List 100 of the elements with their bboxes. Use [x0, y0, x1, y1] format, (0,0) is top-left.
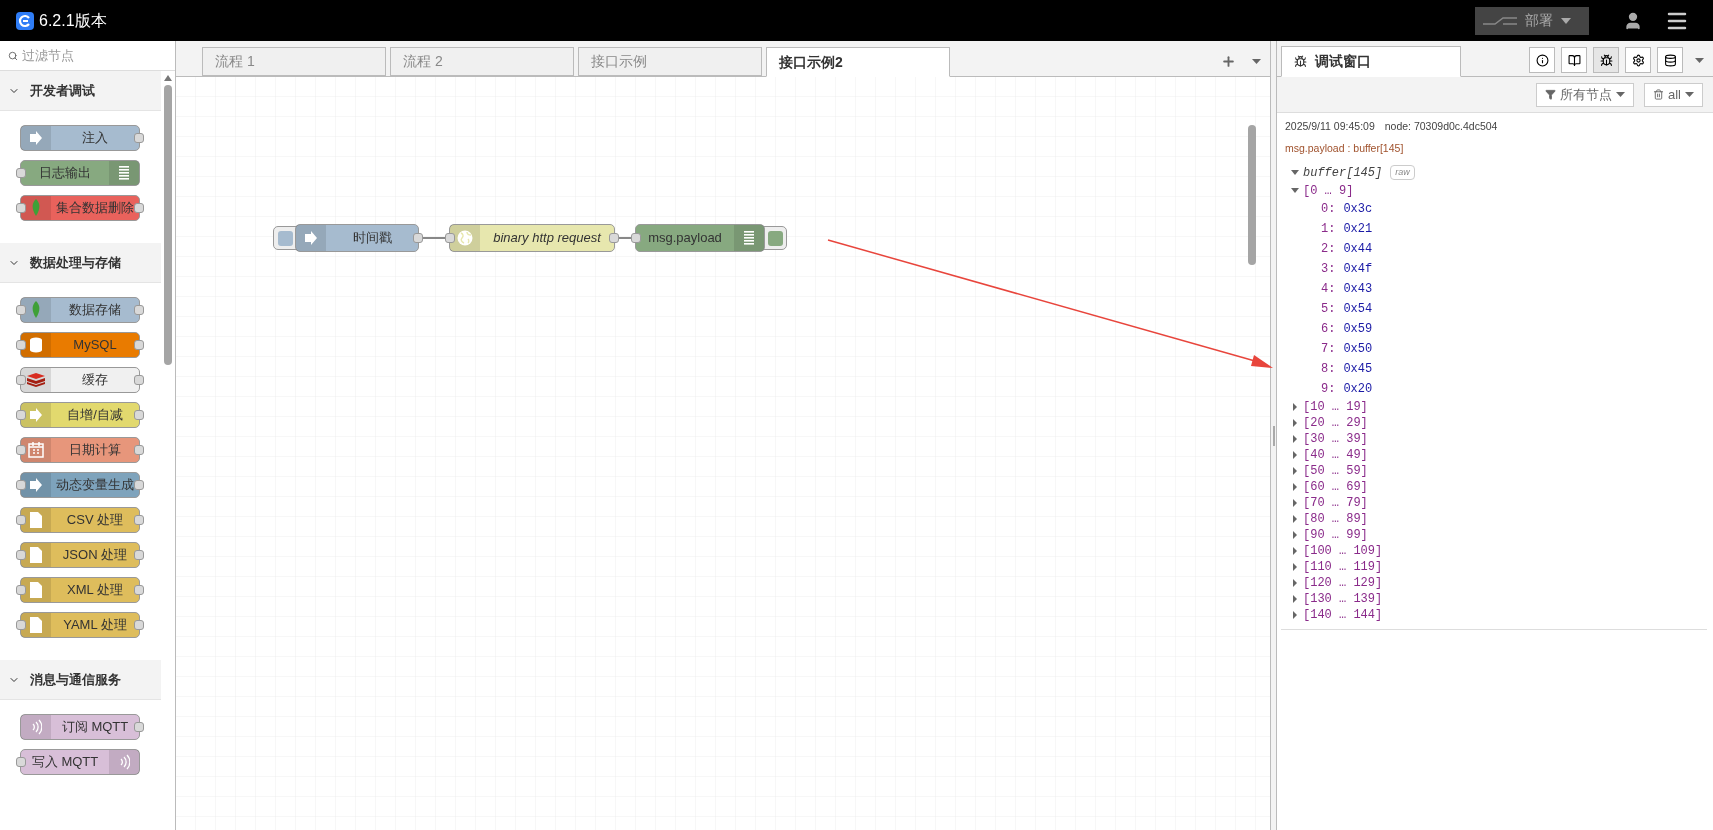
flow-tab[interactable]: 接口示例2	[766, 47, 950, 77]
tree-label[interactable]: [60 … 69]	[1303, 477, 1368, 496]
port-handle[interactable]	[16, 585, 26, 595]
flow-canvas[interactable]: 时间戳 binary http request msg.payload	[176, 77, 1270, 830]
category-header[interactable]: 开发者调试	[0, 71, 161, 111]
expand-toggle[interactable]	[1291, 562, 1299, 571]
plus-icon	[1220, 53, 1236, 69]
port-handle[interactable]	[134, 722, 144, 732]
expand-toggle[interactable]	[1291, 186, 1299, 195]
port-handle[interactable]	[631, 233, 641, 243]
context-button[interactable]	[1657, 47, 1683, 73]
tree-label[interactable]: [90 … 99]	[1303, 525, 1368, 544]
port-handle[interactable]	[16, 203, 26, 213]
expand-toggle[interactable]	[1291, 450, 1299, 459]
category-header[interactable]: 数据处理与存储	[0, 243, 161, 283]
splitter-handle[interactable]	[1270, 41, 1277, 830]
tree-label[interactable]: [100 … 109]	[1303, 541, 1383, 560]
raw-button[interactable]: raw	[1390, 164, 1415, 181]
deploy-button[interactable]: 部署	[1475, 6, 1589, 35]
expand-toggle[interactable]	[1291, 466, 1299, 475]
tree-label[interactable]: [40 … 49]	[1303, 445, 1368, 464]
tree-label[interactable]: [140 … 144]	[1303, 605, 1383, 624]
expand-toggle[interactable]	[1291, 514, 1299, 523]
settings-button[interactable]	[1625, 47, 1651, 73]
expand-toggle[interactable]	[1291, 610, 1299, 619]
tree-label[interactable]: [30 … 39]	[1303, 429, 1368, 448]
expand-toggle[interactable]	[1291, 546, 1299, 555]
scroll-up-icon[interactable]	[164, 75, 172, 81]
tree-label[interactable]: [120 … 129]	[1303, 573, 1383, 592]
port-handle[interactable]	[413, 233, 423, 243]
array-index: 7:	[1321, 340, 1336, 358]
expand-toggle[interactable]	[1291, 594, 1299, 603]
port-handle[interactable]	[16, 375, 26, 385]
array-value: 0x43	[1343, 280, 1373, 298]
filter-input[interactable]: 过滤节点	[22, 45, 152, 66]
debug-button[interactable]	[1593, 47, 1619, 73]
array-index: 5:	[1321, 300, 1336, 318]
help-button[interactable]	[1561, 47, 1587, 73]
filter-dropdown[interactable]: 所有节点	[1536, 82, 1634, 107]
port-handle[interactable]	[16, 757, 26, 767]
tree-label[interactable]: buffer[145]	[1303, 163, 1383, 182]
tree-label[interactable]: [0 … 9]	[1303, 181, 1354, 200]
port-handle[interactable]	[16, 168, 26, 178]
port-handle[interactable]	[16, 410, 26, 420]
tree-label[interactable]: [110 … 119]	[1303, 557, 1383, 576]
tree-label[interactable]: [20 … 29]	[1303, 413, 1368, 432]
user-icon	[1623, 10, 1643, 31]
port-handle[interactable]	[16, 550, 26, 560]
expand-toggle[interactable]	[1291, 434, 1299, 443]
array-index: 9:	[1321, 380, 1336, 398]
port-handle[interactable]	[134, 480, 144, 490]
node-label: 注入	[81, 129, 109, 148]
port-handle[interactable]	[134, 550, 144, 560]
port-handle[interactable]	[134, 203, 144, 213]
expand-toggle[interactable]	[1291, 578, 1299, 587]
port-handle[interactable]	[134, 375, 144, 385]
port-handle[interactable]	[134, 445, 144, 455]
port-handle[interactable]	[445, 233, 455, 243]
scrollbar-thumb[interactable]	[164, 85, 172, 365]
port-handle[interactable]	[134, 585, 144, 595]
port-handle[interactable]	[16, 340, 26, 350]
port-handle[interactable]	[16, 480, 26, 490]
node-label: 日期计算	[68, 441, 122, 460]
port-handle[interactable]	[134, 620, 144, 630]
tree-label[interactable]: [50 … 59]	[1303, 461, 1368, 480]
tree-label[interactable]: [10 … 19]	[1303, 397, 1368, 416]
port-handle[interactable]	[134, 305, 144, 315]
tree-label[interactable]: [80 … 89]	[1303, 509, 1368, 528]
port-handle[interactable]	[134, 410, 144, 420]
debug-tab[interactable]: 调试窗口	[1281, 46, 1461, 77]
expand-toggle[interactable]	[1291, 498, 1299, 507]
clear-dropdown[interactable]: all	[1644, 82, 1703, 107]
port-handle[interactable]	[134, 515, 144, 525]
category-header[interactable]: 消息与通信服务	[0, 660, 161, 700]
port-handle[interactable]	[16, 445, 26, 455]
port-handle[interactable]	[16, 620, 26, 630]
info-button[interactable]	[1529, 47, 1555, 73]
debug-toggle-button[interactable]	[763, 226, 787, 250]
scrollbar[interactable]	[1248, 125, 1256, 265]
node-label: 动态变量生成	[55, 476, 135, 495]
port-handle[interactable]	[16, 305, 26, 315]
signal-icon	[30, 719, 42, 735]
list-icon	[743, 230, 755, 246]
port-handle[interactable]	[16, 515, 26, 525]
expand-toggle[interactable]	[1291, 530, 1299, 539]
message-node[interactable]: node: 70309d0c.4dc504	[1384, 119, 1498, 135]
info-icon	[1535, 53, 1549, 67]
tree-label[interactable]: [130 … 139]	[1303, 589, 1383, 608]
switch-icon	[1483, 15, 1517, 26]
port-handle[interactable]	[134, 340, 144, 350]
expand-toggle[interactable]	[1291, 168, 1299, 177]
port-handle[interactable]	[134, 133, 144, 143]
cylinder-icon	[30, 337, 42, 353]
inject-button[interactable]	[273, 226, 297, 250]
expand-toggle[interactable]	[1291, 418, 1299, 427]
expand-toggle[interactable]	[1291, 402, 1299, 411]
port-handle[interactable]	[609, 233, 619, 243]
tree-label[interactable]: [70 … 79]	[1303, 493, 1368, 512]
expand-toggle[interactable]	[1291, 482, 1299, 491]
array-value: 0x20	[1343, 380, 1373, 398]
